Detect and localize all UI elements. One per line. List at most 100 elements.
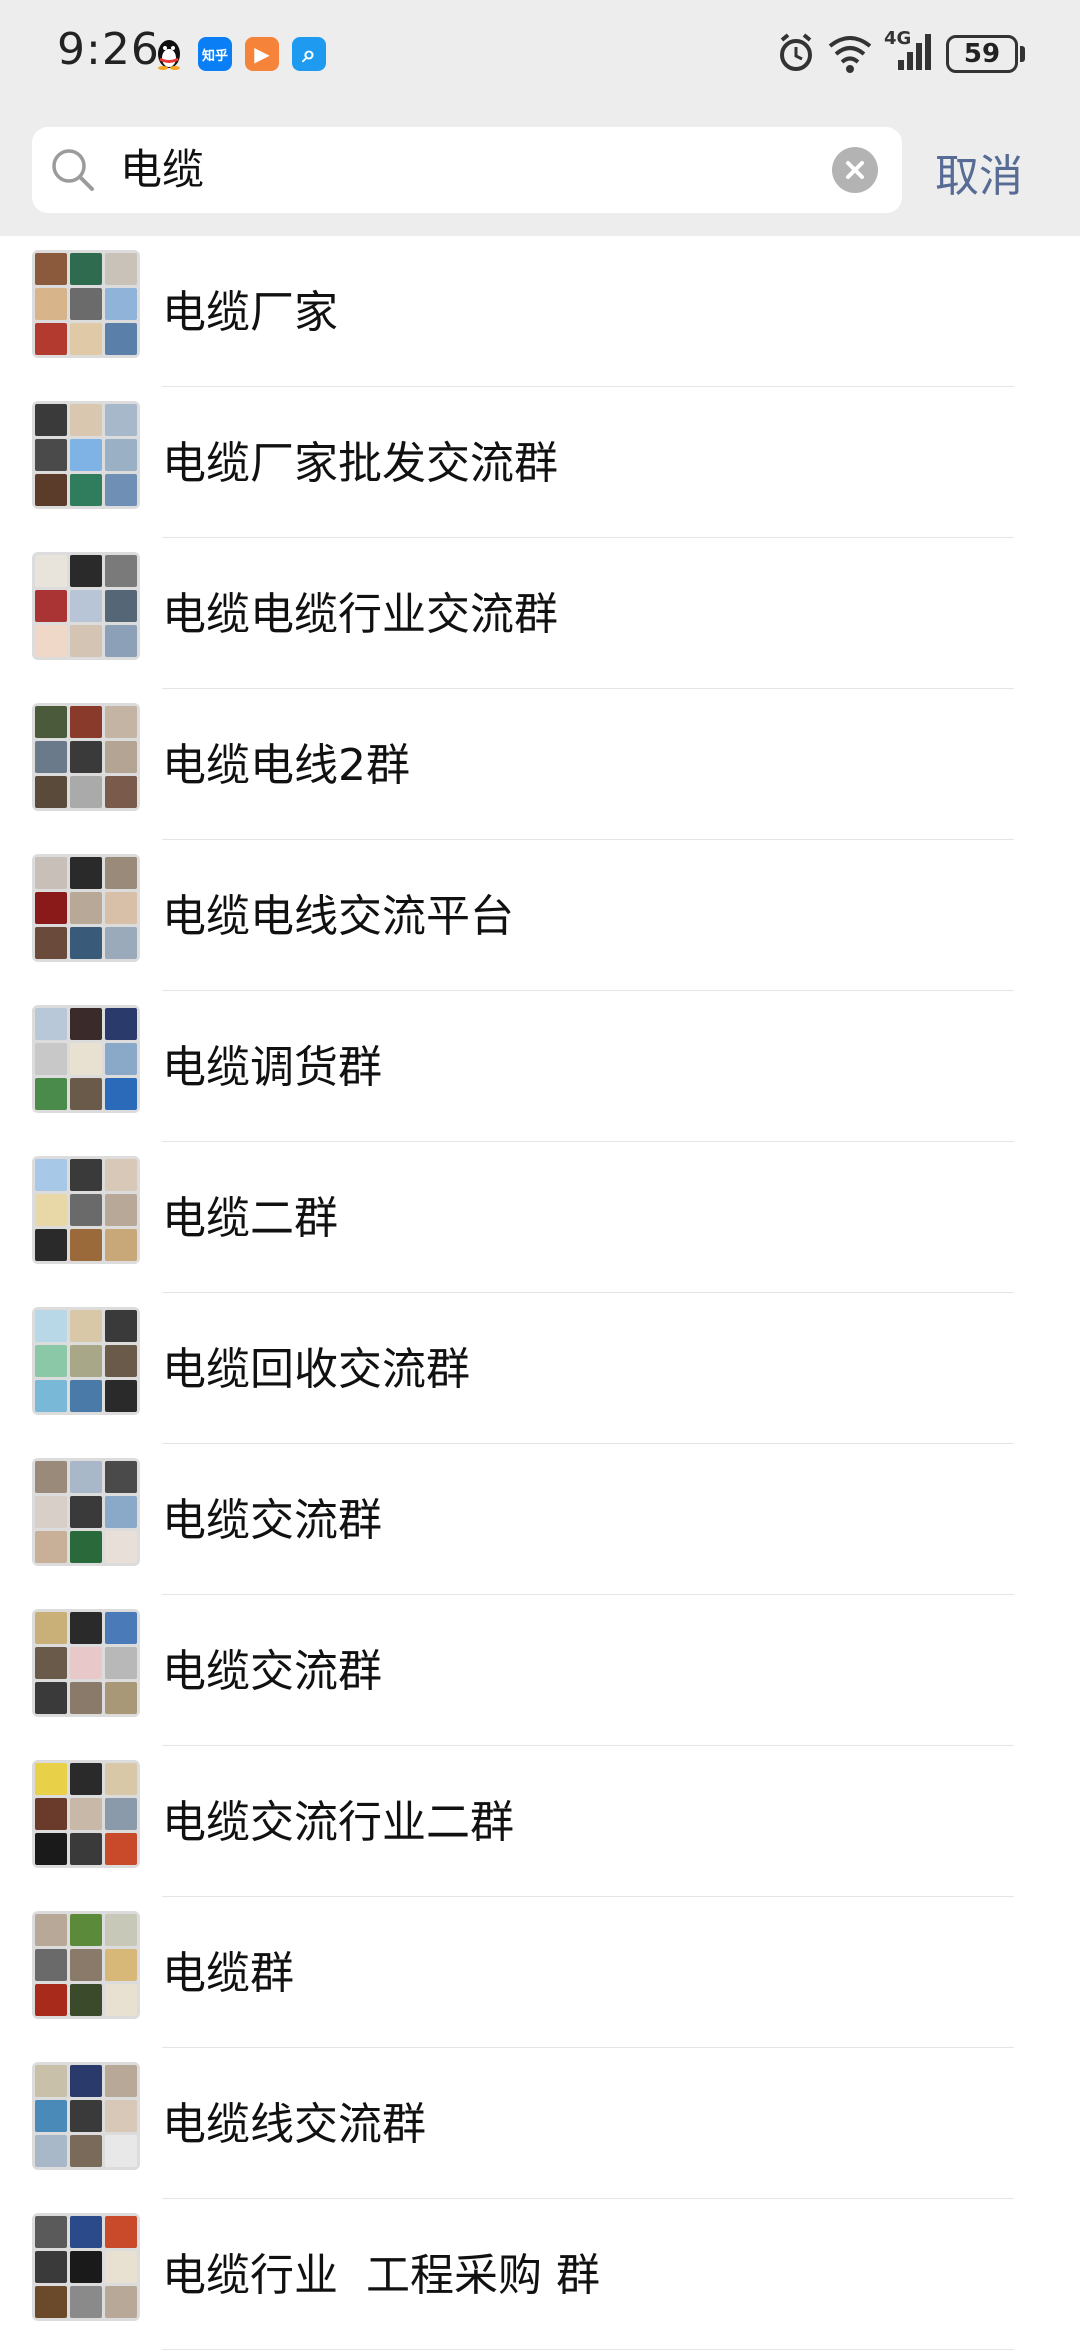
- avatar-tile: [70, 1043, 102, 1075]
- avatar-tile: [35, 2251, 67, 2283]
- avatar-tile: [35, 1310, 67, 1342]
- avatar-tile: [70, 323, 102, 355]
- wifi-icon: [828, 36, 872, 73]
- avatar-tile: [70, 1984, 102, 2016]
- result-row[interactable]: 电缆厂家批发交流群: [0, 387, 1080, 538]
- avatar-tile: [105, 1310, 137, 1342]
- avatar-tile: [70, 439, 102, 471]
- avatar-tile: [70, 1531, 102, 1563]
- avatar-tile: [105, 2286, 137, 2318]
- avatar-tile: [70, 1194, 102, 1226]
- avatar-tile: [105, 1380, 137, 1412]
- alarm-icon: [780, 33, 812, 71]
- avatar-tile: [105, 927, 137, 959]
- avatar-tile: [105, 555, 137, 587]
- avatar-tile: [35, 1531, 67, 1563]
- group-avatar: [32, 1005, 140, 1113]
- avatar-tile: [105, 776, 137, 808]
- result-row[interactable]: 电缆二群: [0, 1142, 1080, 1293]
- avatar-tile: [70, 1159, 102, 1191]
- result-row[interactable]: 电缆电线2群: [0, 689, 1080, 840]
- avatar-tile: [70, 1914, 102, 1946]
- avatar-tile: [35, 1914, 67, 1946]
- group-avatar: [32, 703, 140, 811]
- result-row[interactable]: 电缆厂家: [0, 236, 1080, 387]
- result-title: 电缆交流群: [162, 1495, 382, 1546]
- avatar-tile: [70, 474, 102, 506]
- clear-search-button[interactable]: [832, 147, 878, 193]
- avatar-tile: [35, 706, 67, 738]
- avatar-tile: [70, 892, 102, 924]
- result-row[interactable]: 电缆电线交流平台: [0, 840, 1080, 991]
- result-row[interactable]: 电缆线交流群: [0, 2048, 1080, 2199]
- avatar-tile: [35, 857, 67, 889]
- avatar-tile: [70, 706, 102, 738]
- avatar-tile: [35, 927, 67, 959]
- avatar-tile: [105, 1647, 137, 1679]
- search-app-icon: ⌕: [292, 37, 326, 71]
- avatar-tile: [70, 741, 102, 773]
- result-row[interactable]: 电缆交流群: [0, 1444, 1080, 1595]
- avatar-tile: [105, 741, 137, 773]
- result-row[interactable]: 电缆交流行业二群: [0, 1746, 1080, 1897]
- avatar-tile: [35, 555, 67, 587]
- avatar-tile: [35, 625, 67, 657]
- group-avatar: [32, 552, 140, 660]
- avatar-tile: [105, 323, 137, 355]
- play-app-icon: ▶: [245, 37, 279, 71]
- group-avatar: [32, 2213, 140, 2321]
- search-input[interactable]: 电缆: [120, 127, 820, 213]
- group-avatar: [32, 2062, 140, 2170]
- avatar-tile: [35, 474, 67, 506]
- result-title: 电缆电线交流平台: [162, 891, 514, 942]
- close-icon: [846, 161, 864, 179]
- avatar-tile: [70, 1833, 102, 1865]
- avatar-tile: [35, 1763, 67, 1795]
- avatar-tile: [35, 253, 67, 285]
- cancel-button[interactable]: 取消: [935, 140, 1023, 204]
- avatar-tile: [70, 253, 102, 285]
- result-row[interactable]: 电缆调货群: [0, 991, 1080, 1142]
- avatar-tile: [105, 1194, 137, 1226]
- avatar-tile: [70, 590, 102, 622]
- avatar-tile: [105, 1496, 137, 1528]
- avatar-tile: [105, 590, 137, 622]
- avatar-tile: [70, 776, 102, 808]
- avatar-tile: [35, 1798, 67, 1830]
- avatar-tile: [35, 404, 67, 436]
- avatar-tile: [35, 2286, 67, 2318]
- status-time: 9:26: [57, 24, 160, 75]
- avatar-tile: [35, 1380, 67, 1412]
- avatar-tile: [35, 590, 67, 622]
- result-title: 电缆电缆行业交流群: [162, 589, 558, 640]
- avatar-tile: [105, 404, 137, 436]
- result-row[interactable]: 电缆行业 工程采购 群: [0, 2199, 1080, 2350]
- battery-tip: [1020, 46, 1025, 62]
- avatar-tile: [70, 1008, 102, 1040]
- result-row[interactable]: 电缆群: [0, 1897, 1080, 2048]
- group-avatar: [32, 1156, 140, 1264]
- avatar-tile: [105, 1984, 137, 2016]
- group-avatar: [32, 1458, 140, 1566]
- avatar-tile: [35, 1984, 67, 2016]
- avatar-tile: [105, 857, 137, 889]
- avatar-tile: [70, 2100, 102, 2132]
- result-row[interactable]: 电缆回收交流群: [0, 1293, 1080, 1444]
- result-title: 电缆交流群: [162, 1646, 382, 1697]
- group-avatar: [32, 1609, 140, 1717]
- result-row[interactable]: 电缆电缆行业交流群: [0, 538, 1080, 689]
- zhihu-icon: 知乎: [198, 37, 232, 71]
- avatar-tile: [105, 253, 137, 285]
- avatar-tile: [70, 1310, 102, 1342]
- avatar-tile: [70, 1496, 102, 1528]
- avatar-tile: [105, 2135, 137, 2167]
- avatar-tile: [105, 892, 137, 924]
- avatar-tile: [105, 706, 137, 738]
- avatar-tile: [70, 1798, 102, 1830]
- search-box[interactable]: 电缆: [32, 127, 902, 213]
- avatar-tile: [105, 2251, 137, 2283]
- group-avatar: [32, 401, 140, 509]
- avatar-tile: [105, 1531, 137, 1563]
- result-row[interactable]: 电缆交流群: [0, 1595, 1080, 1746]
- avatar-tile: [105, 1043, 137, 1075]
